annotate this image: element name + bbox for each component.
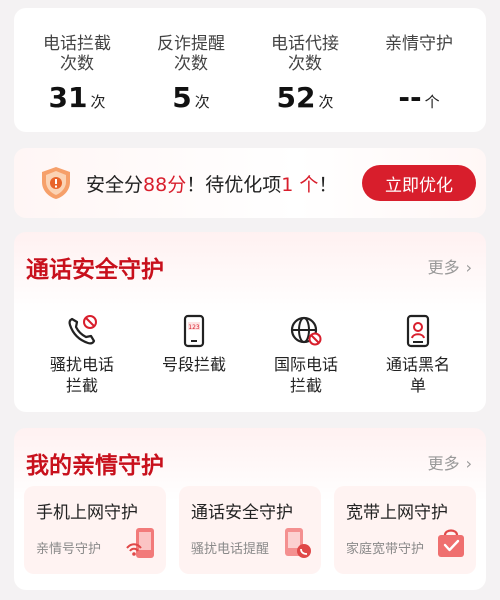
stat-family-guard[interactable]: 亲情守护 -- 个 — [360, 34, 478, 118]
feature-international-block[interactable]: 国际电话 拦截 — [256, 314, 356, 396]
tile-mobile-internet-guard[interactable]: 手机上网守护 亲情号守护 — [24, 486, 166, 574]
safety-count: 1 个 — [281, 174, 319, 196]
svg-text:123: 123 — [188, 324, 200, 331]
optimize-now-button[interactable]: 立即优化 — [362, 165, 476, 201]
tile-subtitle: 家庭宽带守护 — [346, 542, 425, 557]
shield-icon — [42, 167, 70, 199]
tile-call-safety-guard[interactable]: 通话安全守护 骚扰电话提醒 — [179, 486, 321, 574]
more-link[interactable]: 更多 › — [428, 450, 472, 474]
tile-title: 通话安全守护 — [191, 503, 293, 523]
more-link[interactable]: 更多 › — [428, 254, 472, 278]
tile-title: 宽带上网守护 — [346, 503, 448, 523]
stat-fraud-alert[interactable]: 反诈提醒 次数 5次 — [132, 34, 250, 118]
stat-label: 次数 — [288, 54, 322, 74]
chevron-right-icon: › — [465, 454, 472, 473]
stat-unit: 个 — [424, 93, 440, 111]
blacklist-icon — [406, 314, 430, 348]
feature-label: 拦截 — [289, 376, 322, 395]
stat-unit: 次 — [318, 93, 334, 111]
stat-label: 次数 — [174, 54, 208, 74]
stats-card: 电话拦截 次数 31 次 反诈提醒 次数 5次 电话代接 次数 52 次 亲情守护 … — [14, 8, 486, 132]
feature-harassment-block[interactable]: 骚扰电话 拦截 — [32, 314, 132, 396]
stat-unit: 次 — [194, 93, 210, 111]
phone-block-icon — [68, 315, 97, 345]
stat-call-block[interactable]: 电话拦截 次数 31 次 — [18, 34, 136, 118]
tile-broadband-guard[interactable]: 宽带上网守护 家庭宽带守护 — [334, 486, 476, 574]
broadband-bag-icon — [438, 529, 464, 557]
feature-label: 拦截 — [65, 376, 98, 395]
call-shield-icon — [285, 528, 311, 558]
stat-label: 电话代接 — [271, 34, 339, 54]
feature-label: 骚扰电话 — [49, 355, 114, 374]
stat-value: 31 — [48, 81, 88, 114]
more-label: 更多 — [427, 258, 460, 277]
family-protection-section: 我的亲情守护 更多 › 手机上网守护 亲情号守护 通话安全守护 骚扰电话提醒 宽带… — [14, 428, 486, 590]
call-protection-section: 通话安全守护 更多 › 骚扰电话 拦截 123 号段拦截 国际电话 拦截 通话黑… — [14, 232, 486, 412]
chevron-right-icon: › — [465, 258, 472, 277]
safety-mid: ！待优化项 — [186, 174, 282, 196]
status-bar-cutoff — [0, 0, 500, 8]
feature-label: 号段拦截 — [161, 355, 226, 374]
stat-label — [360, 54, 478, 74]
safety-score-card: 安全分88分！待优化项1 个！ 立即优化 — [14, 148, 486, 218]
stat-label: 电话拦截 — [43, 34, 111, 54]
number-segment-icon: 123 — [183, 314, 205, 348]
safety-prefix: 安全分 — [86, 174, 144, 196]
globe-block-icon — [290, 316, 322, 346]
feature-label: 国际电话 — [273, 355, 338, 374]
feature-segment-block[interactable]: 123 号段拦截 — [144, 314, 244, 375]
stat-label: 反诈提醒 — [157, 34, 225, 54]
stat-unit: 次 — [90, 93, 106, 111]
stat-label: 次数 — [60, 54, 94, 74]
section-title: 我的亲情守护 — [26, 453, 164, 479]
stat-value: 5 — [172, 81, 192, 114]
more-label: 更多 — [427, 454, 460, 473]
tile-subtitle: 骚扰电话提醒 — [191, 542, 270, 557]
feature-label: 通话黑名 — [385, 355, 450, 374]
section-title: 通话安全守护 — [26, 257, 164, 283]
stat-value: 52 — [276, 81, 316, 114]
safety-suffix: ！ — [318, 174, 338, 196]
safety-score: 88分 — [143, 174, 187, 196]
tile-subtitle: 亲情号守护 — [36, 542, 102, 557]
stat-label: 亲情守护 — [385, 34, 453, 54]
stat-call-answer[interactable]: 电话代接 次数 52 次 — [246, 34, 364, 118]
tile-title: 手机上网守护 — [36, 503, 138, 523]
stat-value: -- — [398, 81, 422, 114]
feature-label: 单 — [409, 376, 426, 395]
safety-summary: 安全分88分！待优化项1 个！ — [86, 170, 337, 197]
feature-blacklist[interactable]: 通话黑名 单 — [368, 314, 468, 396]
phone-wifi-icon — [126, 528, 154, 558]
